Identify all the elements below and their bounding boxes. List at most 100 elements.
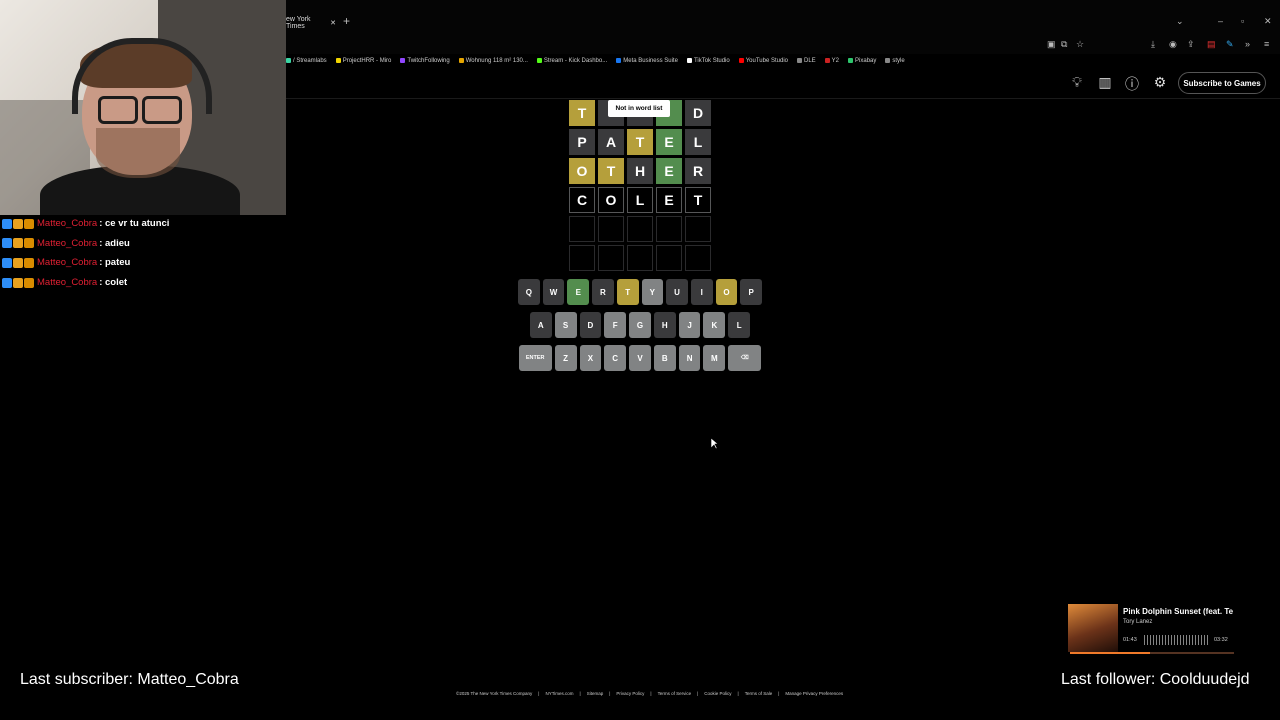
tab-title: ew York Times — [286, 16, 311, 30]
maximize-icon[interactable]: ▫ — [1241, 16, 1244, 26]
tab-list-icon[interactable]: ⌄ — [1176, 16, 1184, 27]
board-tile — [656, 216, 682, 242]
key-p[interactable]: P — [740, 279, 763, 305]
key-m[interactable]: M — [703, 345, 726, 371]
statistics-icon[interactable]: ▥ — [1096, 74, 1114, 91]
footer-link[interactable]: Cookie Policy — [704, 691, 731, 696]
board-tile: E — [656, 187, 682, 213]
settings-gear-icon[interactable]: ⚙ — [1151, 74, 1169, 91]
key-j[interactable]: J — [678, 312, 701, 338]
key-h[interactable]: H — [653, 312, 676, 338]
bookmark-item[interactable]: Pixabay — [848, 57, 876, 64]
bookmark-item[interactable]: Wohnung 118 m² 130... — [458, 57, 528, 65]
song-progress-bar — [1070, 652, 1234, 654]
hint-lightbulb-icon[interactable]: 💡︎ — [1068, 74, 1086, 91]
close-window-icon[interactable]: ✕ — [1264, 16, 1272, 27]
board-tile: H — [627, 158, 653, 184]
footer-link[interactable]: Privacy Policy — [616, 691, 644, 696]
footer-link[interactable]: Terms of Sale — [745, 691, 773, 696]
last-subscriber-label: Last subscriber: Matteo_Cobra — [20, 671, 239, 688]
key-e[interactable]: E — [567, 279, 590, 305]
key-l[interactable]: L — [728, 312, 751, 338]
badge-icon — [24, 218, 34, 229]
more-extensions-icon[interactable]: » — [1245, 39, 1250, 49]
screenshot-icon[interactable]: ▣ — [1047, 39, 1056, 50]
footer-link[interactable]: Manage Privacy Preferences — [785, 691, 843, 696]
key-d[interactable]: D — [579, 312, 602, 338]
key-o[interactable]: O — [715, 279, 738, 305]
key-w[interactable]: W — [542, 279, 565, 305]
bookmark-item[interactable]: ProjectHRR - Miro — [335, 57, 391, 64]
board-row: OTHER — [569, 158, 711, 184]
footer-link[interactable]: Sitemap — [587, 691, 604, 696]
enter-key[interactable]: ENTER — [518, 345, 552, 371]
bookmark-item[interactable]: Y2 — [824, 57, 840, 65]
bookmark-item[interactable]: Meta Business Suite — [616, 57, 678, 64]
key-i[interactable]: I — [690, 279, 713, 305]
keyboard-row: ENTER Z X C V B N M ⌫ — [518, 345, 762, 371]
bookmark-favicon-icon — [848, 57, 854, 63]
extension-blue-icon[interactable]: ✎ — [1226, 39, 1234, 50]
bookmark-item[interactable]: TwitchFollowing — [400, 57, 450, 64]
download-icon[interactable]: ⤓ — [1151, 39, 1155, 50]
footer-separator: | — [778, 691, 780, 696]
menu-icon[interactable]: ≡ — [1264, 39, 1269, 49]
share-icon[interactable]: ⇪ — [1187, 39, 1195, 50]
new-tab-button[interactable]: + — [343, 14, 350, 28]
key-s[interactable]: S — [554, 312, 577, 338]
key-z[interactable]: Z — [554, 345, 577, 371]
key-n[interactable]: N — [678, 345, 701, 371]
bookmark-item[interactable]: DLE — [797, 57, 816, 64]
bookmark-favicon-icon — [536, 57, 542, 63]
key-r[interactable]: R — [592, 279, 614, 305]
waveform — [1144, 635, 1210, 645]
key-v[interactable]: V — [629, 345, 651, 371]
browser-tab[interactable]: ew York Times ✕ — [286, 14, 336, 32]
key-b[interactable]: B — [653, 345, 676, 371]
bookmark-label: Wohnung 118 m² 130... — [465, 58, 528, 65]
chat-text: : pateu — [99, 257, 131, 269]
bookmark-item[interactable]: TikTok Studio — [686, 57, 730, 65]
bookmark-item[interactable]: / Streamlabs — [286, 57, 327, 64]
footer-link[interactable]: Terms of Service — [658, 691, 692, 696]
minimize-icon[interactable]: – — [1218, 16, 1223, 26]
bookmark-item[interactable]: style — [885, 57, 905, 64]
bookmark-star-icon[interactable]: ☆ — [1076, 39, 1084, 50]
badge-icon — [24, 257, 34, 268]
help-icon[interactable]: ⓘ — [1123, 74, 1141, 94]
key-y[interactable]: Y — [641, 279, 664, 305]
extension-red-icon[interactable]: ▤ — [1207, 39, 1216, 50]
close-tab-icon[interactable]: ✕ — [330, 19, 336, 27]
footer-link[interactable]: NYTimes.com — [545, 691, 573, 696]
keyboard-row: QWERTYUIOP — [517, 279, 763, 305]
bookmark-label: Y2 — [831, 58, 840, 65]
key-u[interactable]: U — [666, 279, 688, 305]
board-tile: L — [627, 187, 653, 213]
subscribe-button[interactable]: Subscribe to Games — [1178, 72, 1266, 94]
bookmark-favicon-icon — [458, 57, 464, 63]
time-current: 01:43 — [1123, 637, 1137, 643]
key-k[interactable]: K — [703, 312, 726, 338]
bookmark-favicon-icon — [797, 57, 802, 63]
key-a[interactable]: A — [529, 312, 552, 338]
key-g[interactable]: G — [629, 312, 651, 338]
key-x[interactable]: X — [579, 345, 602, 371]
chat-overlay: Matteo_Cobra : ce vr tu atunci Matteo_Co… — [2, 214, 286, 292]
bookmark-favicon-icon — [286, 57, 291, 63]
extension-icon[interactable]: ◉ — [1169, 39, 1177, 50]
footer-link[interactable]: ©2025 The New York Times Company — [456, 691, 532, 696]
key-c[interactable]: C — [604, 345, 627, 371]
key-t[interactable]: T — [616, 279, 639, 305]
translate-icon[interactable]: ⧉ — [1061, 39, 1067, 50]
bookmarks-bar: / Streamlabs ProjectHRR - Miro TwitchFollo… — [286, 55, 905, 67]
bookmark-item[interactable]: YouTube Studio — [738, 57, 788, 64]
bookmark-favicon-icon — [335, 57, 341, 63]
backspace-key-icon[interactable]: ⌫ — [728, 345, 762, 371]
board-tile: E — [656, 129, 682, 155]
key-q[interactable]: Q — [517, 279, 540, 305]
key-f[interactable]: F — [604, 312, 627, 338]
board-tile: E — [656, 158, 682, 184]
bookmark-item[interactable]: Stream - Kick Dashbo... — [536, 57, 607, 64]
bookmark-label: TikTok Studio — [693, 58, 730, 65]
badge-icon — [13, 257, 23, 268]
